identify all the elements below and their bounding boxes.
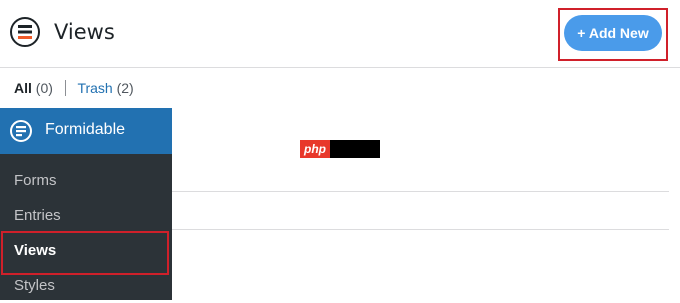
formidable-logo-icon: [10, 17, 40, 47]
filter-separator: [64, 80, 66, 96]
sidebar-item-label: Forms: [14, 172, 57, 189]
sidebar-item-label: Entries: [14, 207, 61, 224]
page-title: Views: [54, 20, 115, 44]
formidable-icon: [10, 120, 32, 142]
filter-trash-count: (2): [116, 80, 134, 96]
filter-trash-link[interactable]: Trash: [77, 80, 112, 96]
sidebar-item-label: Styles: [14, 277, 55, 294]
sidebar-item-formidable[interactable]: Formidable: [0, 108, 172, 154]
status-filter: All (0) Trash (2): [14, 80, 134, 96]
sidebar-item-forms[interactable]: Forms: [0, 164, 172, 198]
filter-all-link[interactable]: All: [14, 80, 32, 96]
add-new-button[interactable]: + Add New: [564, 15, 662, 51]
filter-all-count: (0): [35, 80, 53, 96]
php-badge-label: php: [300, 140, 330, 158]
table-divider: [172, 191, 669, 192]
sidebar-title: Formidable: [45, 121, 126, 138]
sidebar-item-entries[interactable]: Entries: [0, 199, 172, 233]
views-highlight: [1, 231, 169, 275]
php-badge: php: [300, 140, 380, 158]
table-divider: [172, 229, 669, 230]
page-header: Views + Add New: [0, 0, 680, 68]
